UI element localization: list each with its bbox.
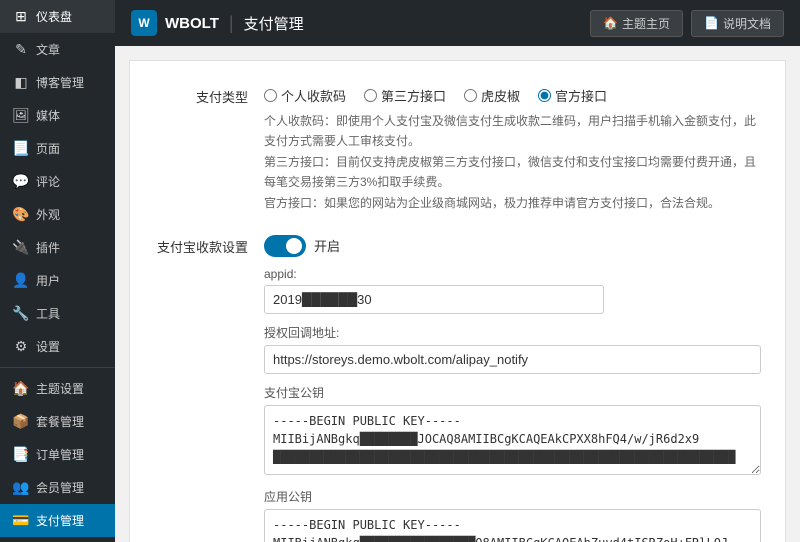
sidebar-item-label: 工具 [36, 305, 60, 322]
radio-official[interactable]: 官方接口 [538, 86, 607, 105]
sidebar-item-payment-manage[interactable]: 💳 支付管理 [0, 504, 115, 537]
articles-icon: ✎ [12, 41, 30, 58]
users-icon: 👤 [12, 272, 30, 289]
top-bar-actions: 🏠 主题主页 📄 说明文档 [590, 10, 784, 37]
radio-processing-label: 虎皮椒 [481, 86, 520, 105]
home-btn-label: 主题主页 [622, 15, 670, 32]
payment-icon: 💳 [12, 512, 30, 529]
plugins-icon: 🔌 [12, 239, 30, 256]
appearance-icon: 🎨 [12, 206, 30, 223]
sidebar-item-articles[interactable]: ✎ 文章 [0, 33, 115, 66]
sidebar-item-member-manage[interactable]: 👥 会员管理 [0, 471, 115, 504]
sidebar-item-label: 设置 [36, 338, 60, 355]
dashboard-icon: ⊞ [12, 8, 30, 25]
sidebar-item-label: 插件 [36, 239, 60, 256]
sidebar-item-dashboard[interactable]: ⊞ 仪表盘 [0, 0, 115, 33]
page-title: 支付管理 [244, 13, 304, 34]
logo-icon: W [131, 10, 157, 36]
payment-type-radio-group: 个人收款码 第三方接口 虎皮椒 官方接口 [264, 81, 761, 105]
appid-label: appid: [264, 267, 761, 281]
payment-type-content: 个人收款码 第三方接口 虎皮椒 官方接口 [264, 81, 761, 213]
media-icon: 🖼 [12, 107, 30, 124]
sidebar-item-comments[interactable]: 💬 评论 [0, 165, 115, 198]
alipay-settings-content: 开启 appid: 授权回调地址: 支付宝公钥 -----BEGIN PUBLI… [264, 231, 761, 542]
home-button[interactable]: 🏠 主题主页 [590, 10, 683, 37]
sidebar-item-label: 媒体 [36, 107, 60, 124]
toggle-slider [264, 235, 306, 257]
content-area: 支付类型 个人收款码 第三方接口 虎皮椒 [115, 46, 800, 542]
home-icon: 🏠 [603, 16, 618, 30]
sidebar-item-label: 仪表盘 [36, 8, 72, 25]
sidebar-item-blog-manage[interactable]: ◧ 博客管理 [0, 66, 115, 99]
settings-icon: ⚙ [12, 338, 30, 355]
sidebar-item-pages[interactable]: 📃 页面 [0, 132, 115, 165]
alipay-toggle[interactable] [264, 235, 306, 257]
radio-personal[interactable]: 个人收款码 [264, 86, 346, 105]
sidebar-item-order-manage[interactable]: 📑 订单管理 [0, 438, 115, 471]
radio-processing[interactable]: 虎皮椒 [464, 86, 520, 105]
payment-type-label: 支付类型 [154, 81, 264, 106]
alipay-settings-label: 支付宝收款设置 [154, 231, 264, 256]
sidebar-item-settings[interactable]: ⚙ 设置 [0, 330, 115, 363]
member-icon: 👥 [12, 479, 30, 496]
payment-description: 个人收款码：即使用个人支付宝及微信支付生成收款二维码，用户扫描手机输入金额支付，… [264, 111, 761, 213]
sidebar-item-tools[interactable]: 🔧 工具 [0, 297, 115, 330]
alipay-toggle-label: 开启 [314, 236, 340, 255]
sidebar-item-package-manage[interactable]: 📦 套餐管理 [0, 405, 115, 438]
callback-label: 授权回调地址: [264, 324, 761, 341]
app-public-key-label: 应用公钥 [264, 488, 761, 505]
logo-text: WBOLT [165, 15, 219, 32]
docs-btn-label: 说明文档 [723, 15, 771, 32]
docs-icon: 📄 [704, 16, 719, 30]
docs-button[interactable]: 📄 说明文档 [691, 10, 784, 37]
sidebar-item-media[interactable]: 🖼 媒体 [0, 99, 115, 132]
sidebar-item-label: 文章 [36, 41, 60, 58]
tools-icon: 🔧 [12, 305, 30, 322]
alipay-toggle-container: 开启 [264, 235, 761, 257]
package-icon: 📦 [12, 413, 30, 430]
sidebar-item-label: 评论 [36, 173, 60, 190]
sidebar-item-users[interactable]: 👤 用户 [0, 264, 115, 297]
sidebar-item-label: 会员管理 [36, 479, 84, 496]
sidebar-item-label: 博客管理 [36, 74, 84, 91]
main-area: W WBOLT | 支付管理 🏠 主题主页 📄 说明文档 支付类型 [115, 0, 800, 542]
sidebar-item-label: 用户 [36, 272, 60, 289]
logo: W WBOLT [131, 10, 219, 36]
sidebar-item-label: 页面 [36, 140, 60, 157]
radio-personal-label: 个人收款码 [281, 86, 346, 105]
header-divider: | [229, 13, 234, 34]
appid-input[interactable] [264, 285, 604, 314]
blog-icon: ◧ [12, 74, 30, 91]
sidebar-item-worker-manage[interactable]: 🗂 工单管理 [0, 537, 115, 542]
sidebar-item-appearance[interactable]: 🎨 外观 [0, 198, 115, 231]
content-inner: 支付类型 个人收款码 第三方接口 虎皮椒 [129, 60, 786, 542]
sidebar-item-label: 套餐管理 [36, 413, 84, 430]
alipay-public-key-label: 支付宝公钥 [264, 384, 761, 401]
radio-third-party-label: 第三方接口 [381, 86, 446, 105]
radio-official-label: 官方接口 [555, 86, 607, 105]
payment-type-row: 支付类型 个人收款码 第三方接口 虎皮椒 [154, 81, 761, 213]
sidebar: ⊞ 仪表盘 ✎ 文章 ◧ 博客管理 🖼 媒体 📃 页面 💬 评论 🎨 外观 🔌 … [0, 0, 115, 542]
app-public-key-input[interactable]: -----BEGIN PUBLIC KEY----- MIIBijANBgkq█… [264, 509, 761, 542]
sidebar-item-label: 主题设置 [36, 380, 84, 397]
sidebar-item-plugins[interactable]: 🔌 插件 [0, 231, 115, 264]
radio-third-party[interactable]: 第三方接口 [364, 86, 446, 105]
alipay-public-key-input[interactable]: -----BEGIN PUBLIC KEY----- MIIBijANBgkq█… [264, 405, 761, 475]
comments-icon: 💬 [12, 173, 30, 190]
main-settings-icon: 🏠 [12, 380, 30, 397]
sidebar-item-label: 支付管理 [36, 512, 84, 529]
order-icon: 📑 [12, 446, 30, 463]
sidebar-item-main-settings[interactable]: 🏠 主题设置 [0, 372, 115, 405]
sidebar-item-label: 外观 [36, 206, 60, 223]
sidebar-item-label: 订单管理 [36, 446, 84, 463]
top-bar: W WBOLT | 支付管理 🏠 主题主页 📄 说明文档 [115, 0, 800, 46]
alipay-settings-row: 支付宝收款设置 开启 appid: 授权回调地址: [154, 231, 761, 542]
pages-icon: 📃 [12, 140, 30, 157]
callback-input[interactable] [264, 345, 761, 374]
